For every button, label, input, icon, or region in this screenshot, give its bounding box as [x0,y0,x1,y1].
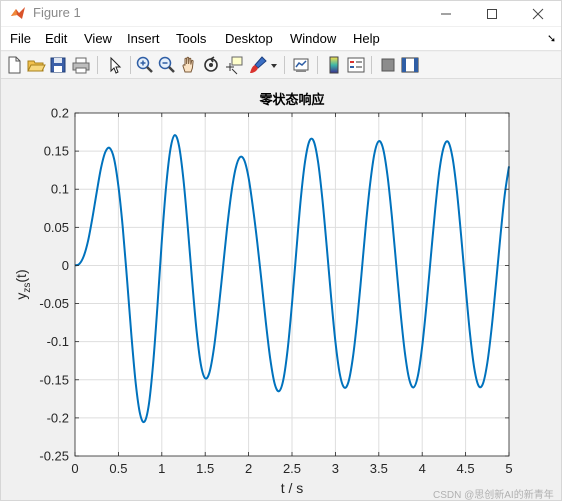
pan-hand-icon[interactable] [179,55,199,75]
zoom-out-icon[interactable] [157,55,177,75]
insert-colorbar-icon[interactable] [324,55,344,75]
close-button[interactable] [516,1,560,26]
new-figure-icon[interactable] [4,55,24,75]
y-axis-label-subscript: zs [22,283,33,293]
y-tick-label: 0.15 [44,144,69,159]
x-tick-label: 0.5 [109,461,127,476]
y-tick-label: -0.25 [39,449,69,464]
x-axis-label: t / s [281,480,304,496]
minimize-icon [441,13,451,14]
toolbar-separator [97,56,98,74]
x-tick-label: 2 [245,461,252,476]
rotate-3d-icon[interactable] [201,55,221,75]
insert-legend-icon[interactable] [346,55,366,75]
figure-toolbar [1,52,561,79]
watermark-text: CSDN @思创新AI的新青年 [433,490,554,501]
line-chart: 0 0.5 1 1.5 2 2.5 3 3.5 4 4.5 5 -0.25 -0.2 -0.15 -0.1 -… [13,92,513,496]
print-icon[interactable] [71,55,91,75]
edit-plot-arrow-icon[interactable] [105,55,125,75]
y-axis-label-base: y [13,293,29,300]
x-tick-label: 3.5 [370,461,388,476]
menu-desktop[interactable]: Desktop [225,31,273,46]
toolbar-separator [371,56,372,74]
x-tick-label: 1.5 [196,461,214,476]
figure-canvas[interactable]: 0 0.5 1 1.5 2 2.5 3 3.5 4 4.5 5 -0.25 -0.2 -0.15 -0.1 -… [1,80,561,500]
toolbar-separator [284,56,285,74]
matlab-app-icon [11,7,25,19]
toolbar-separator [317,56,318,74]
close-icon [532,8,544,19]
x-tick-label: 3 [332,461,339,476]
show-plot-tools-icon[interactable] [400,55,420,75]
maximize-icon [487,8,497,19]
open-file-icon[interactable] [26,55,46,75]
brush-icon[interactable] [248,55,268,75]
y-tick-label: 0.1 [51,182,69,197]
zoom-in-icon[interactable] [135,55,155,75]
x-tick-label: 5 [505,461,512,476]
y-tick-label: 0.2 [51,106,69,121]
y-tick-label: -0.2 [47,410,69,425]
title-bar[interactable]: Figure 1 [1,1,561,26]
save-icon[interactable] [48,55,68,75]
y-tick-label: 0.05 [44,220,69,235]
link-plot-icon[interactable] [291,55,311,75]
menu-window[interactable]: Window [290,31,336,46]
menu-insert[interactable]: Insert [127,31,160,46]
menu-tools[interactable]: Tools [176,31,206,46]
x-tick-label: 4 [419,461,426,476]
figure-window: Figure 1 File Edit View Insert Tools Des… [0,0,562,501]
menu-dock-arrow-icon[interactable]: ➘ [547,32,556,45]
brush-dropdown-icon[interactable] [268,55,280,75]
window-title: Figure 1 [33,5,81,20]
hide-plot-tools-icon[interactable] [378,55,398,75]
x-tick-label: 2.5 [283,461,301,476]
chart-title: 零状态响应 [258,92,324,108]
toolbar-separator [130,56,131,74]
y-axis-label: yzs(t) [13,269,33,299]
y-tick-label: -0.15 [39,372,69,387]
menu-edit[interactable]: Edit [45,31,67,46]
menu-view[interactable]: View [84,31,112,46]
minimize-button[interactable] [424,1,468,26]
menu-bar: File Edit View Insert Tools Desktop Wind… [1,27,561,51]
x-tick-label: 4.5 [457,461,475,476]
y-tick-label: -0.1 [47,334,69,349]
x-tick-label: 0 [71,461,78,476]
data-cursor-icon[interactable] [224,55,244,75]
y-tick-label: 0 [62,258,69,273]
menu-help[interactable]: Help [353,31,380,46]
menu-file[interactable]: File [10,31,31,46]
maximize-button[interactable] [470,1,514,26]
x-tick-label: 1 [158,461,165,476]
y-tick-label: -0.05 [39,296,69,311]
y-axis-label-suffix: (t) [13,269,29,282]
